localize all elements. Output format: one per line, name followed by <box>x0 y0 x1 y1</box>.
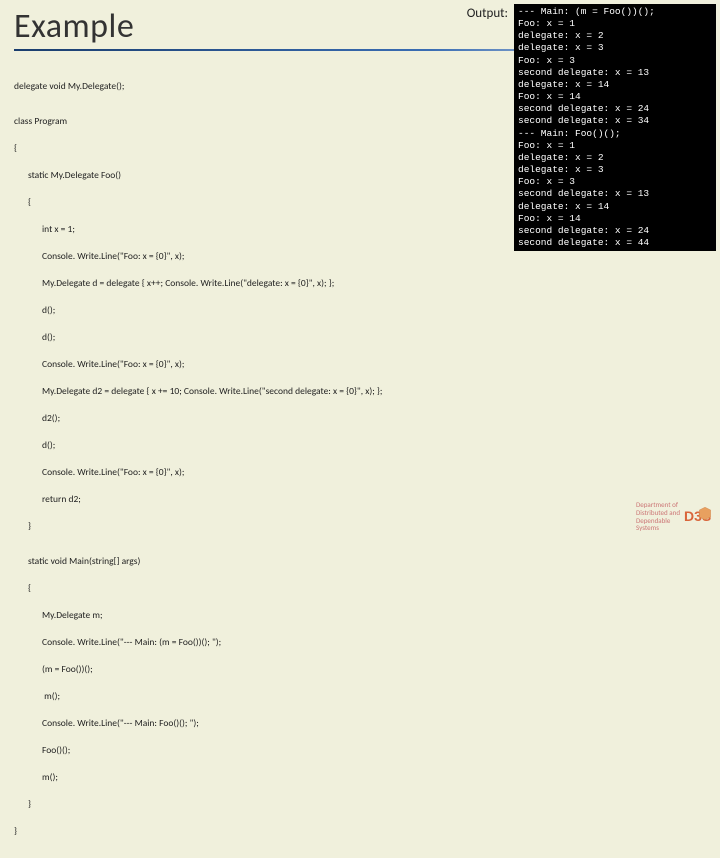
code-line: Console. Write.Line("Foo: x = {0}", x); <box>14 250 706 263</box>
console-output: --- Main: (m = Foo())(); Foo: x = 1 dele… <box>514 4 716 251</box>
output-label: Output: <box>467 6 508 21</box>
code-line: Foo()(); <box>14 744 706 757</box>
code-line: Console. Write.Line("Foo: x = {0}", x); <box>14 358 706 371</box>
code-line: Console. Write.Line("--- Main: (m = Foo(… <box>14 636 706 649</box>
code-line: m(); <box>14 771 706 784</box>
code-line: Console. Write.Line("Foo: x = {0}", x); <box>14 466 706 479</box>
department-label: Department of Distributed and Dependable… <box>636 501 680 532</box>
code-line: } <box>14 520 706 533</box>
code-line: } <box>14 798 706 811</box>
code-line: d(); <box>14 439 706 452</box>
code-line: } <box>14 825 706 838</box>
code-line: { <box>14 582 706 595</box>
code-line: My.Delegate m; <box>14 609 706 622</box>
code-line: return d2; <box>14 493 706 506</box>
code-line: d(); <box>14 331 706 344</box>
code-line: (m = Foo())(); <box>14 663 706 676</box>
code-line: static void Main(string[] args) <box>14 555 706 568</box>
code-line: My.Delegate d2 = delegate { x += 10; Con… <box>14 385 706 398</box>
code-line: Console. Write.Line("--- Main: Foo()(); … <box>14 717 706 730</box>
code-line: m(); <box>14 690 706 703</box>
code-line: d(); <box>14 304 706 317</box>
code-line: My.Delegate d = delegate { x++; Console.… <box>14 277 706 290</box>
footer: Department of Distributed and Dependable… <box>636 501 712 532</box>
code-line: d2(); <box>14 412 706 425</box>
d3s-logo-icon: D3S <box>684 505 712 529</box>
footer-line: Systems <box>636 524 680 532</box>
